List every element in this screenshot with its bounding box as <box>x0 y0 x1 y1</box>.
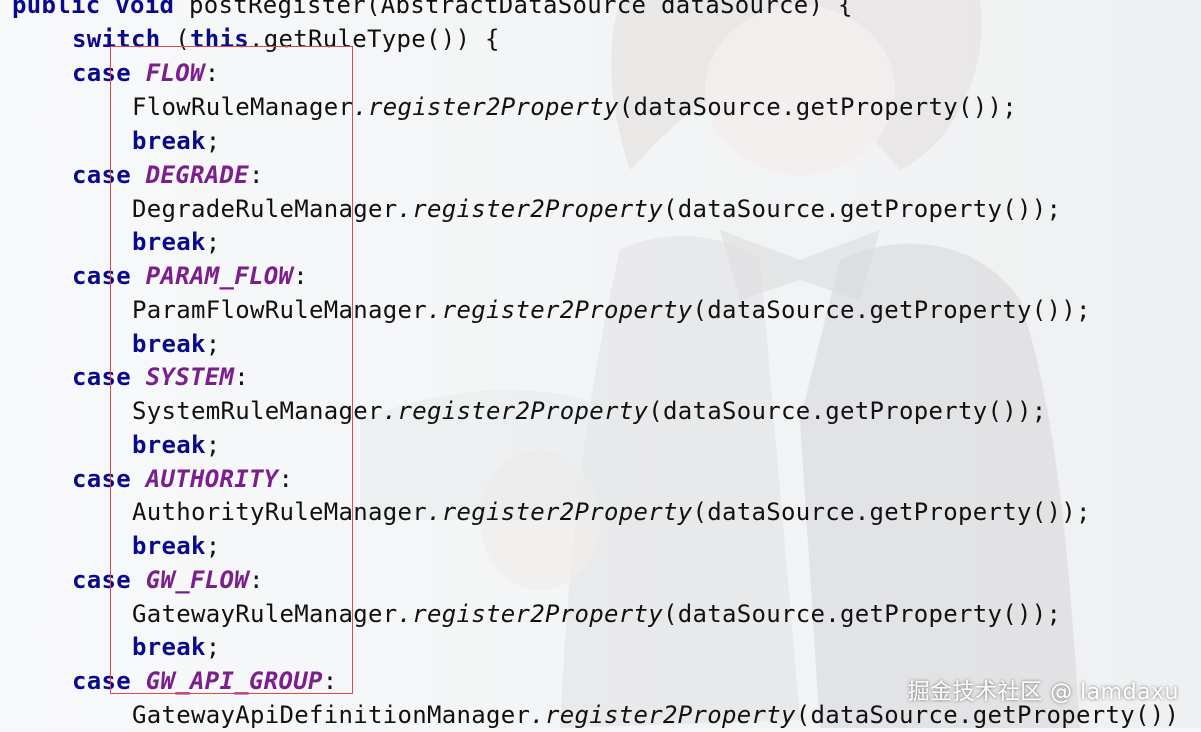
call-args: (dataSource.getProperty()); <box>692 498 1091 526</box>
code-line-signature: public void postRegister(AbstractDataSou… <box>0 0 853 22</box>
static-method: .register2Property <box>530 701 796 729</box>
keyword-void: void <box>115 0 175 19</box>
call-args: (dataSource.getProperty()); <box>663 195 1062 223</box>
static-method: .register2Property <box>397 600 663 628</box>
static-method: .register2Property <box>382 397 649 425</box>
static-method: .register2Property <box>353 93 619 121</box>
watermark-text: 掘金技术社区 @ lamdaxu <box>907 680 1179 705</box>
call-args: (dataSource.getProperty()); <box>618 93 1017 121</box>
call-args: (dataSource.getProperty()); <box>692 296 1091 324</box>
static-method: .register2Property <box>426 296 693 324</box>
call-args: (dataSource.getProperty()); <box>648 397 1047 425</box>
method-signature-text: postRegister(AbstractDataSource dataSour… <box>189 0 853 19</box>
call-args: (dataSource.getProperty()); <box>663 600 1062 628</box>
static-method: .register2Property <box>397 195 663 223</box>
keyword-public: public <box>12 0 101 19</box>
manager-class: GatewayApiDefinitionManager <box>132 701 531 729</box>
static-method: .register2Property <box>426 498 693 526</box>
red-highlight-box <box>110 46 353 694</box>
